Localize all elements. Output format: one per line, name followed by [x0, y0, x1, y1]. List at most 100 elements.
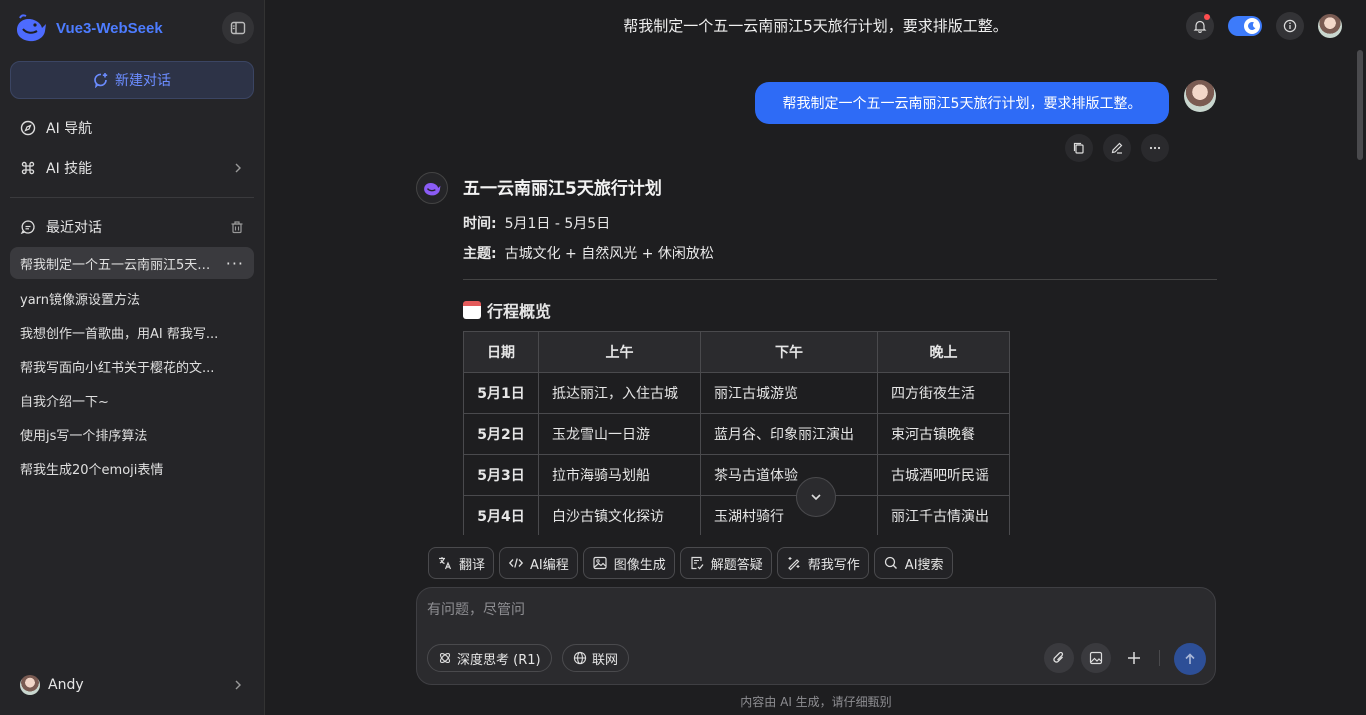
list-item[interactable]: 使用js写一个排序算法: [10, 417, 254, 451]
list-item[interactable]: 帮我制定一个五一云南丽江5天旅行计划，要求排版工整。 ···: [10, 247, 254, 279]
send-button[interactable]: [1174, 643, 1206, 675]
quick-action-translate[interactable]: 翻译: [428, 547, 495, 579]
table-cell: 抵达丽江，入住古城: [538, 372, 701, 414]
plus-icon: [1128, 652, 1140, 664]
history-item-label: 帮我写面向小红书关于樱花的文...: [20, 360, 215, 376]
list-item[interactable]: 帮我生成20个emoji表情: [10, 451, 254, 485]
sidebar-item-label: AI 导航: [46, 121, 93, 137]
quick-action-label: 翻译: [459, 557, 486, 573]
info-button[interactable]: [1276, 12, 1304, 40]
toolbar-separator: [1159, 650, 1160, 666]
more-tools-button[interactable]: [1119, 643, 1149, 673]
quick-action-label: AI搜索: [904, 557, 944, 573]
image-icon: [593, 556, 607, 570]
user-profile[interactable]: Andy: [10, 667, 254, 703]
table-row: 5月3日 拉市海骑马划船 茶马古道体验 古城酒吧听民谣: [463, 454, 1010, 496]
chevron-down-icon: [811, 494, 821, 501]
upload-image-button[interactable]: [1081, 643, 1111, 673]
scroll-to-bottom-button[interactable]: [796, 477, 836, 517]
sidebar-item-ai-skills[interactable]: AI 技能: [10, 150, 254, 186]
quick-action-label: 图像生成: [613, 557, 666, 573]
new-chat-button[interactable]: 新建对话: [10, 61, 254, 99]
list-item[interactable]: 我想创作一首歌曲，用AI 帮我写...: [10, 315, 254, 349]
user-name: Andy: [48, 677, 84, 693]
main-panel: 帮我制定一个五一云南丽江5天旅行计划，要求排版工整。 帮我制定一个五一云南丽江5…: [265, 0, 1366, 715]
attach-file-button[interactable]: [1044, 643, 1074, 673]
theme-toggle[interactable]: [1228, 16, 1262, 36]
chat-bubble-icon: [20, 220, 35, 235]
history-list: 帮我制定一个五一云南丽江5天旅行计划，要求排版工整。 ··· yarn镜像源设置…: [10, 247, 254, 485]
trash-icon: [231, 221, 243, 234]
user-message: 帮我制定一个五一云南丽江5天旅行计划，要求排版工整。: [755, 82, 1169, 124]
command-icon: [21, 161, 35, 175]
scrollbar[interactable]: [1357, 50, 1363, 160]
message-input[interactable]: [427, 602, 1027, 618]
table-cell: 拉市海骑马划船: [538, 454, 701, 496]
theme-value: 古城文化 + 自然风光 + 休闲放松: [504, 246, 714, 262]
table-row: 5月1日 抵达丽江，入住古城 丽江古城游览 四方街夜生活: [463, 372, 1010, 414]
notifications-button[interactable]: [1186, 12, 1214, 40]
table-header: 下午: [700, 331, 878, 373]
avatar: [1184, 80, 1216, 112]
more-button[interactable]: [1141, 134, 1169, 162]
copy-button[interactable]: [1065, 134, 1093, 162]
table-header: 晚上: [877, 331, 1010, 373]
quick-action-search[interactable]: AI搜索: [873, 547, 953, 579]
clear-history-button[interactable]: [230, 220, 244, 234]
quick-action-coding[interactable]: AI编程: [499, 547, 578, 579]
code-icon: [508, 558, 524, 568]
time-value: 5月1日 - 5月5日: [504, 216, 611, 232]
list-item[interactable]: 自我介绍一下~: [10, 383, 254, 417]
table-cell: 白沙古镇文化探访: [538, 495, 701, 535]
pencil-icon: [1111, 142, 1123, 154]
bell-icon: [1193, 20, 1207, 33]
moon-icon: [1244, 18, 1260, 34]
recent-chats-title: 最近对话: [46, 220, 102, 236]
sidebar-divider: [10, 197, 254, 198]
web-search-toggle[interactable]: 联网: [562, 644, 630, 672]
table-cell: 玉湖村骑行: [700, 495, 878, 535]
deep-think-toggle[interactable]: 深度思考 (R1): [427, 644, 552, 672]
copy-icon: [1073, 142, 1084, 154]
quick-action-image[interactable]: 图像生成: [582, 547, 675, 579]
calendar-icon: [463, 301, 481, 319]
assistant-avatar: [416, 172, 448, 204]
web-search-label: 联网: [592, 652, 619, 668]
edit-button[interactable]: [1103, 134, 1131, 162]
paperclip-icon: [1053, 651, 1064, 663]
table-cell: 玉龙雪山一日游: [538, 413, 701, 455]
history-item-label: 帮我制定一个五一云南丽江5天旅行计划，要求排版工整。: [20, 257, 220, 273]
table-cell: 丽江古城游览: [700, 372, 878, 414]
new-chat-icon: [94, 73, 108, 88]
sidebar-toggle-icon: [230, 21, 246, 35]
sidebar-item-ai-nav[interactable]: AI 导航: [10, 110, 254, 146]
quick-action-writing[interactable]: 帮我写作: [776, 547, 869, 579]
table-header: 上午: [538, 331, 701, 373]
list-item[interactable]: yarn镜像源设置方法: [10, 281, 254, 315]
table-cell: 丽江千古情演出: [877, 495, 1010, 535]
avatar[interactable]: [1318, 14, 1342, 38]
answer-divider: [463, 279, 1217, 280]
table-header: 日期: [463, 331, 539, 373]
history-item-label: 使用js写一个排序算法: [20, 428, 148, 444]
list-item[interactable]: 帮我写面向小红书关于樱花的文...: [10, 349, 254, 383]
atom-icon: [439, 652, 451, 664]
history-item-label: 自我介绍一下~: [20, 394, 109, 410]
answer-title: 五一云南丽江5天旅行计划: [463, 179, 662, 199]
table-cell: 5月4日: [463, 495, 539, 535]
assistant-answer: 五一云南丽江5天旅行计划 时间: 5月1日 - 5月5日 主题: 古城文化 + 自然…: [463, 170, 1217, 535]
quick-action-solve[interactable]: 解题答疑: [679, 547, 772, 579]
more-horizontal-icon: [1149, 146, 1161, 150]
collapse-sidebar-button[interactable]: [222, 12, 254, 44]
table-cell: 茶马古道体验: [700, 454, 878, 496]
brand[interactable]: Vue3-WebSeek: [14, 12, 163, 44]
table-cell: 四方街夜生活: [877, 372, 1010, 414]
table-cell: 5月3日: [463, 454, 539, 496]
table-cell: 5月2日: [463, 413, 539, 455]
answer-time: 时间: 5月1日 - 5月5日: [463, 213, 1217, 233]
table-row: 5月2日 玉龙雪山一日游 蓝月谷、印象丽江演出 束河古镇晚餐: [463, 413, 1010, 455]
magic-pen-icon: [787, 557, 800, 571]
quick-actions: 翻译 AI编程 图像生成 解题答疑 帮我写作 AI搜索: [428, 547, 953, 579]
sidebar: Vue3-WebSeek 新建对话 AI 导航 AI 技能 最近对话 帮我制定一…: [0, 0, 265, 715]
more-options-icon[interactable]: ···: [226, 254, 244, 273]
